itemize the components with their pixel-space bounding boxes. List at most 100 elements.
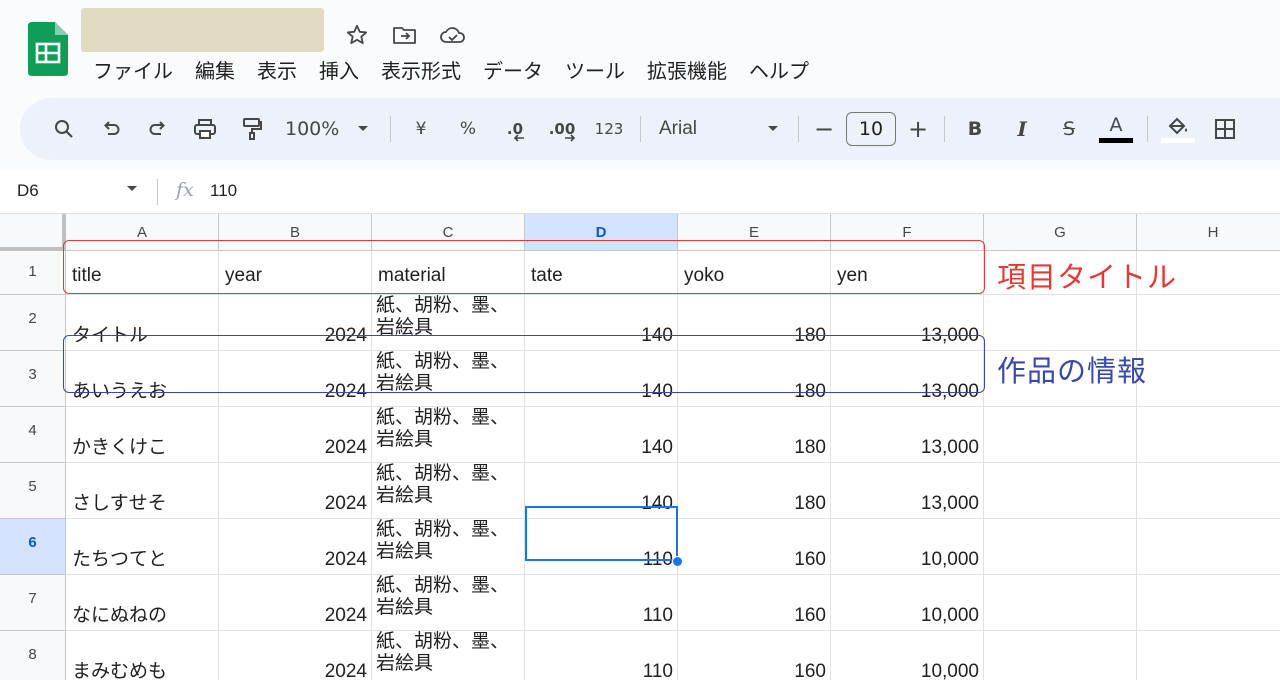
font-size-input[interactable]: 10 xyxy=(846,112,896,146)
strikethrough-button[interactable]: S xyxy=(1049,109,1089,149)
menu-data[interactable]: データ xyxy=(472,56,554,86)
cell-g2[interactable] xyxy=(984,295,1137,351)
cell-f7[interactable]: 10,000 xyxy=(831,575,984,631)
cell-c6[interactable]: 紙、胡粉、墨、 岩絵具 xyxy=(372,519,525,575)
row-header-8[interactable]: 8 xyxy=(0,631,66,680)
cell-d6[interactable]: 110 xyxy=(525,519,678,575)
cell-e4[interactable]: 180 xyxy=(678,407,831,463)
cell-a3[interactable]: あいうえお xyxy=(66,351,219,407)
cell-d4[interactable]: 140 xyxy=(525,407,678,463)
cell-f2[interactable]: 13,000 xyxy=(831,295,984,351)
cell-b7[interactable]: 2024 xyxy=(219,575,372,631)
cell-h4[interactable] xyxy=(1137,407,1280,463)
column-header-a[interactable]: A xyxy=(66,214,219,251)
column-header-f[interactable]: F xyxy=(831,214,984,251)
currency-format-button[interactable]: ¥ xyxy=(401,109,441,149)
cell-a6[interactable]: たちつてと xyxy=(66,519,219,575)
paint-format-icon[interactable] xyxy=(232,109,272,149)
cell-g7[interactable] xyxy=(984,575,1137,631)
fill-handle[interactable] xyxy=(672,556,683,567)
document-title-redacted[interactable] xyxy=(81,8,324,52)
row-header-5[interactable]: 5 xyxy=(0,463,66,519)
row-header-1[interactable]: 1 xyxy=(0,251,66,295)
search-icon[interactable] xyxy=(44,109,84,149)
cell-d5[interactable]: 140 xyxy=(525,463,678,519)
cell-h7[interactable] xyxy=(1137,575,1280,631)
cell-a2[interactable]: タイトル xyxy=(66,295,219,351)
cell-c8[interactable]: 紙、胡粉、墨、 岩絵具 xyxy=(372,631,525,680)
menu-file[interactable]: ファイル xyxy=(82,56,184,86)
cell-e8[interactable]: 160 xyxy=(678,631,831,680)
column-header-c[interactable]: C xyxy=(372,214,525,251)
cell-g8[interactable] xyxy=(984,631,1137,680)
cell-b6[interactable]: 2024 xyxy=(219,519,372,575)
cell-b2[interactable]: 2024 xyxy=(219,295,372,351)
menu-format[interactable]: 表示形式 xyxy=(370,56,472,86)
menu-view[interactable]: 表示 xyxy=(246,56,308,86)
column-header-d[interactable]: D xyxy=(525,214,678,251)
redo-icon[interactable] xyxy=(138,109,178,149)
cloud-status-icon[interactable] xyxy=(436,18,470,52)
star-icon[interactable] xyxy=(340,18,374,52)
cell-a4[interactable]: かきくけこ xyxy=(66,407,219,463)
cell-h5[interactable] xyxy=(1137,463,1280,519)
cell-e1[interactable]: yoko xyxy=(678,251,831,295)
menu-insert[interactable]: 挿入 xyxy=(308,56,370,86)
cell-e7[interactable]: 160 xyxy=(678,575,831,631)
cell-a7[interactable]: なにぬねの xyxy=(66,575,219,631)
sheets-logo-icon[interactable] xyxy=(28,22,68,76)
cell-a1[interactable]: title xyxy=(66,251,219,295)
move-to-folder-icon[interactable] xyxy=(388,18,422,52)
text-color-button[interactable]: A xyxy=(1096,109,1136,149)
cell-b5[interactable]: 2024 xyxy=(219,463,372,519)
cell-g6[interactable] xyxy=(984,519,1137,575)
cell-b1[interactable]: year xyxy=(219,251,372,295)
cell-b3[interactable]: 2024 xyxy=(219,351,372,407)
cell-c1[interactable]: material xyxy=(372,251,525,295)
cell-f5[interactable]: 13,000 xyxy=(831,463,984,519)
column-header-h[interactable]: H xyxy=(1137,214,1280,251)
formula-input[interactable]: 110 xyxy=(210,181,237,201)
row-header-3[interactable]: 3 xyxy=(0,351,66,407)
column-header-g[interactable]: G xyxy=(984,214,1137,251)
cell-d1[interactable]: tate xyxy=(525,251,678,295)
cell-d8[interactable]: 110 xyxy=(525,631,678,680)
menu-edit[interactable]: 編集 xyxy=(184,56,246,86)
cell-h6[interactable] xyxy=(1137,519,1280,575)
cell-c4[interactable]: 紙、胡粉、墨、 岩絵具 xyxy=(372,407,525,463)
cell-b8[interactable]: 2024 xyxy=(219,631,372,680)
zoom-select[interactable]: 100% xyxy=(279,109,379,149)
cell-h8[interactable] xyxy=(1137,631,1280,680)
number-format-button[interactable]: 123 xyxy=(589,109,629,149)
cell-b4[interactable]: 2024 xyxy=(219,407,372,463)
cell-h2[interactable] xyxy=(1137,295,1280,351)
cell-d3[interactable]: 140 xyxy=(525,351,678,407)
row-header-4[interactable]: 4 xyxy=(0,407,66,463)
cell-a8[interactable]: まみむめも xyxy=(66,631,219,680)
borders-icon[interactable] xyxy=(1205,109,1245,149)
increase-font-size-button[interactable]: + xyxy=(903,109,933,149)
menu-help[interactable]: ヘルプ xyxy=(738,56,820,86)
column-header-e[interactable]: E xyxy=(678,214,831,251)
decrease-font-size-button[interactable]: − xyxy=(809,109,839,149)
cell-e2[interactable]: 180 xyxy=(678,295,831,351)
cell-f3[interactable]: 13,000 xyxy=(831,351,984,407)
fill-color-icon[interactable] xyxy=(1158,109,1198,149)
cell-f8[interactable]: 10,000 xyxy=(831,631,984,680)
name-box[interactable]: D6 xyxy=(17,181,39,201)
decrease-decimal-button[interactable]: .0 xyxy=(495,109,535,149)
cell-c7[interactable]: 紙、胡粉、墨、 岩絵具 xyxy=(372,575,525,631)
chevron-down-icon[interactable] xyxy=(126,185,138,193)
cell-c2[interactable]: 紙、胡粉、墨、 岩絵具 xyxy=(372,295,525,351)
menu-extensions[interactable]: 拡張機能 xyxy=(636,56,738,86)
cell-c3[interactable]: 紙、胡粉、墨、 岩絵具 xyxy=(372,351,525,407)
menu-tools[interactable]: ツール xyxy=(554,56,636,86)
cell-e6[interactable]: 160 xyxy=(678,519,831,575)
font-family-select[interactable]: Arial xyxy=(651,109,787,149)
row-header-2[interactable]: 2 xyxy=(0,295,66,351)
bold-button[interactable]: B xyxy=(955,109,995,149)
cell-e5[interactable]: 180 xyxy=(678,463,831,519)
cell-d7[interactable]: 110 xyxy=(525,575,678,631)
undo-icon[interactable] xyxy=(91,109,131,149)
cell-f1[interactable]: yen xyxy=(831,251,984,295)
